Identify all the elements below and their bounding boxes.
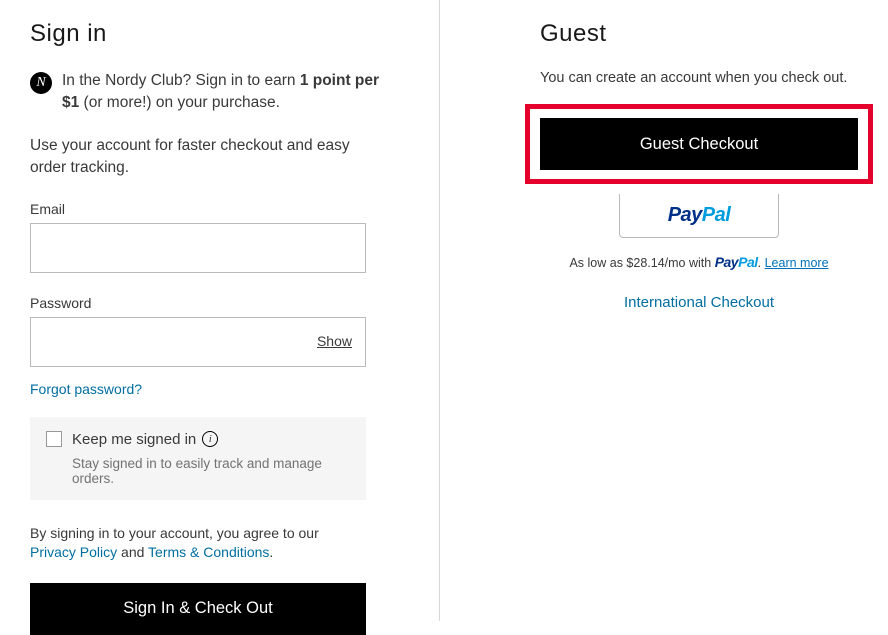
nordy-prefix: In the Nordy Club? Sign in to earn — [62, 72, 300, 89]
consent-prefix: By signing in to your account, you agree… — [30, 525, 319, 541]
guest-checkout-highlight: Guest Checkout — [525, 104, 873, 184]
paypal-logo-icon: PayPal — [668, 204, 731, 227]
signin-submit-label: Sign In & Check Out — [123, 599, 273, 618]
email-field[interactable] — [30, 223, 366, 273]
password-field-wrap: Show — [30, 317, 366, 367]
guest-subcopy: You can create an account when you check… — [540, 70, 858, 86]
paypal-logo-small-icon: PayPal — [715, 254, 758, 270]
show-password-button[interactable]: Show — [317, 333, 352, 349]
paypal-button[interactable]: PayPal — [619, 194, 779, 238]
terms-link[interactable]: Terms & Conditions — [148, 544, 269, 560]
password-field[interactable] — [30, 317, 366, 367]
paypal-credit-text: As low as $28.14/mo with PayPal. Learn m… — [540, 254, 858, 270]
aslowas-amount: $28.14/mo — [626, 256, 685, 270]
consent-end: . — [269, 544, 273, 560]
email-label: Email — [30, 201, 409, 217]
info-icon[interactable]: i — [202, 431, 218, 447]
consent-and: and — [117, 544, 148, 560]
paypal-learn-more-link[interactable]: Learn more — [765, 256, 829, 270]
signin-subcopy: Use your account for faster checkout and… — [30, 135, 370, 178]
keep-signed-in-box: Keep me signed in i Stay signed in to ea… — [30, 417, 366, 500]
nordy-club-icon: N — [30, 72, 52, 94]
keep-signed-in-label: Keep me signed in i — [72, 431, 218, 448]
paypal-pal-sm: Pal — [738, 254, 758, 270]
privacy-policy-link[interactable]: Privacy Policy — [30, 544, 117, 560]
paypal-pay-sm: Pay — [715, 254, 738, 270]
aslowas-with: with — [686, 256, 715, 270]
forgot-password-link[interactable]: Forgot password? — [30, 381, 142, 397]
guest-checkout-button[interactable]: Guest Checkout — [540, 118, 858, 170]
consent-text: By signing in to your account, you agree… — [30, 524, 366, 563]
guest-heading: Guest — [540, 20, 858, 48]
international-checkout-link[interactable]: International Checkout — [540, 294, 858, 311]
keep-signed-in-checkbox[interactable] — [46, 431, 62, 447]
guest-checkout-label: Guest Checkout — [640, 135, 758, 154]
aslowas-prefix: As low as — [569, 256, 626, 270]
guest-panel: Guest You can create an account when you… — [440, 0, 888, 621]
nordy-club-text: In the Nordy Club? Sign in to earn 1 poi… — [62, 70, 382, 113]
keep-signed-in-subtext: Stay signed in to easily track and manag… — [72, 456, 350, 486]
paypal-pay: Pay — [668, 204, 702, 226]
signin-submit-button[interactable]: Sign In & Check Out — [30, 583, 366, 635]
signin-heading: Sign in — [30, 20, 409, 48]
signin-panel: Sign in N In the Nordy Club? Sign in to … — [0, 0, 440, 621]
paypal-pal: Pal — [702, 204, 731, 226]
paypal-period: . — [758, 256, 761, 270]
keep-label-text: Keep me signed in — [72, 431, 196, 448]
nordy-club-promo: N In the Nordy Club? Sign in to earn 1 p… — [30, 70, 409, 113]
password-label: Password — [30, 295, 409, 311]
nordy-suffix: (or more!) on your purchase. — [79, 94, 280, 111]
